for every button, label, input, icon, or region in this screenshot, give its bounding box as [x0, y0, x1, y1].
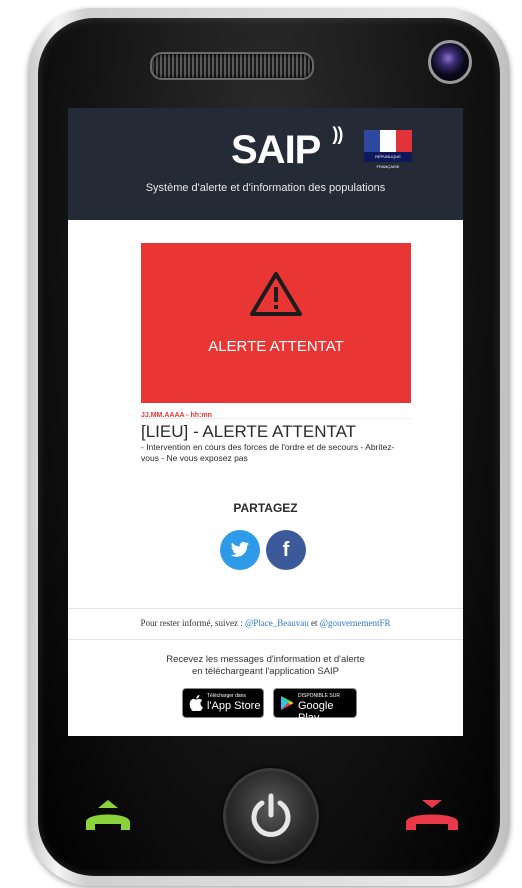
end-call-button[interactable] — [402, 798, 462, 834]
header-tagline: Système d'alerte et d'information des po… — [145, 182, 386, 194]
alert-title: [LIEU] - ALERTE ATTENTAT — [141, 422, 357, 441]
phone-screen: SAIP)) RÉPUBLIQUE FRANÇAISE Système d'al… — [68, 108, 463, 736]
facebook-icon: f — [282, 539, 290, 561]
apple-icon — [189, 695, 203, 711]
alert-banner-title: ALERTE ATTENTAT — [208, 338, 344, 355]
app-promo-text: Recevez les messages d'information et d'… — [166, 654, 365, 677]
call-button[interactable] — [83, 798, 133, 834]
twitter-share-button[interactable] — [220, 530, 260, 570]
speaker-grille — [150, 52, 314, 80]
broadcast-icon: )) — [332, 124, 343, 144]
divider — [68, 639, 463, 640]
gouvernement-link[interactable]: @gouvernementFR — [320, 618, 391, 628]
place-beauvau-link[interactable]: @Place_Beauvau — [245, 618, 309, 628]
alert-description: - Intervention en cours des forces de l'… — [141, 442, 395, 463]
camera-lens — [428, 40, 472, 84]
google-play-badge[interactable]: DISPONIBLE SUR Google Play — [273, 688, 357, 724]
divider — [141, 418, 411, 419]
app-store-badge[interactable]: Télécharger dans l'App Store — [182, 688, 264, 718]
header: SAIP)) RÉPUBLIQUE FRANÇAISE Système d'al… — [68, 108, 463, 220]
power-button[interactable] — [223, 768, 319, 864]
republique-francaise-logo: RÉPUBLIQUE FRANÇAISE — [364, 130, 412, 169]
twitter-icon — [230, 542, 250, 557]
alert-banner: ALERTE ATTENTAT — [141, 243, 411, 403]
warning-icon — [250, 272, 302, 316]
divider — [68, 608, 463, 609]
saip-logo: SAIP)) — [231, 124, 343, 172]
google-play-icon — [281, 696, 294, 710]
facebook-share-button[interactable]: f — [266, 530, 306, 570]
share-label: PARTAGEZ — [233, 501, 298, 515]
follow-line: Pour rester informé, suivez : @Place_Bea… — [140, 618, 391, 628]
power-icon — [251, 793, 291, 837]
